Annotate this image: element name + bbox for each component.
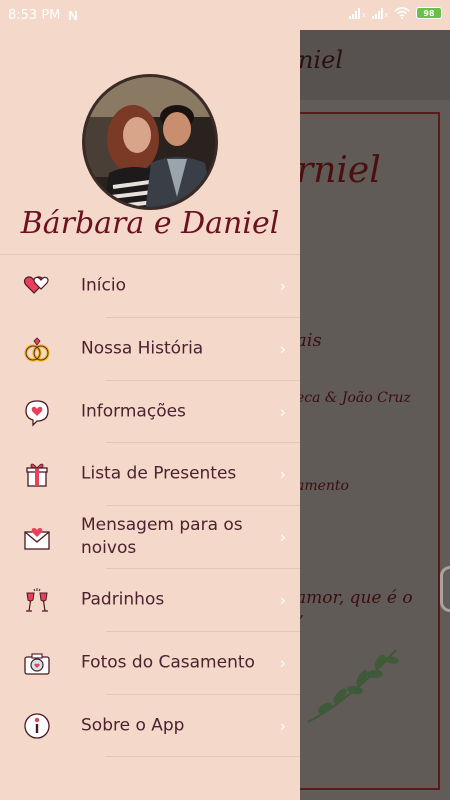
couple-name: Bárbara e Daniel: [20, 206, 280, 241]
status-indicators: x x 98: [349, 7, 442, 19]
status-time: 8:53 PM: [8, 7, 61, 23]
menu-item-informacoes[interactable]: Informações ›: [0, 381, 300, 443]
menu-label-nossa-historia: Nossa História: [81, 338, 204, 359]
heart-speech-bubble-icon: [25, 400, 49, 427]
menu-item-lista-de-presentes[interactable]: Lista de Presentes ›: [0, 443, 300, 505]
chevron-right-icon: ›: [279, 590, 286, 610]
chevron-right-icon: ›: [279, 339, 286, 359]
divider: [106, 756, 300, 757]
camera-icon: [24, 653, 50, 675]
couple-photo: [85, 77, 215, 207]
menu-label-lista-de-presentes: Lista de Presentes: [81, 463, 237, 484]
avatar: [82, 74, 218, 210]
status-bar: 8:53 PM N x x 98: [0, 0, 450, 30]
menu-label-fotos-do-casamento: Fotos do Casamento: [81, 652, 255, 673]
menu-item-inicio[interactable]: Início ›: [0, 255, 300, 317]
envelope-heart-icon: [24, 528, 50, 550]
background-page[interactable]: niel rniel ais eca & João Cruz amento am…: [290, 30, 450, 800]
background-header: niel: [298, 30, 450, 100]
menu-label-informacoes: Informações: [81, 401, 186, 422]
chevron-right-icon: ›: [279, 402, 286, 422]
notification-icon: N: [68, 7, 78, 23]
background-text-4: amor, que é o: [296, 588, 413, 608]
menu-item-fotos-do-casamento[interactable]: Fotos do Casamento ›: [0, 632, 300, 694]
leaf-branch-icon: [307, 649, 399, 723]
battery-level: 98: [423, 8, 435, 18]
menu-item-padrinhos[interactable]: Padrinhos ›: [0, 569, 300, 631]
info-icon: [24, 713, 50, 739]
menu-label-mensagem-para-os-noivos: Mensagem para os noivos: [81, 515, 243, 558]
menu-item-nossa-historia[interactable]: Nossa História ›: [0, 318, 300, 380]
menu-item-sobre-o-app[interactable]: Sobre o App ›: [0, 695, 300, 757]
scroll-handle[interactable]: [440, 566, 450, 612]
gift-icon: [26, 463, 48, 487]
champagne-glasses-icon: [26, 588, 48, 612]
hearts-icon: [23, 276, 49, 294]
background-card-name: rniel: [296, 150, 381, 191]
chevron-right-icon: ›: [279, 716, 286, 736]
signal-icon: x: [349, 7, 366, 19]
menu-label-padrinhos: Padrinhos: [81, 589, 165, 610]
signal-icon-2: x: [371, 7, 388, 19]
chevron-right-icon: ›: [279, 276, 286, 296]
background-header-title: niel: [298, 46, 344, 74]
menu-item-mensagem-para-os-noivos[interactable]: Mensagem para os noivos ›: [0, 506, 300, 568]
menu-label-sobre-o-app: Sobre o App: [81, 715, 185, 736]
background-text-2: eca & João Cruz: [296, 390, 411, 406]
background-text-3: amento: [296, 478, 349, 494]
chevron-right-icon: ›: [279, 527, 286, 547]
rings-icon: [24, 337, 50, 362]
chevron-right-icon: ›: [279, 653, 286, 673]
battery-icon: 98: [416, 7, 442, 19]
menu-label-inicio: Início: [81, 275, 126, 296]
chevron-right-icon: ›: [279, 464, 286, 484]
navigation-drawer: Bárbara e Daniel Início › Nossa História…: [0, 30, 300, 800]
wifi-icon: [394, 7, 410, 19]
